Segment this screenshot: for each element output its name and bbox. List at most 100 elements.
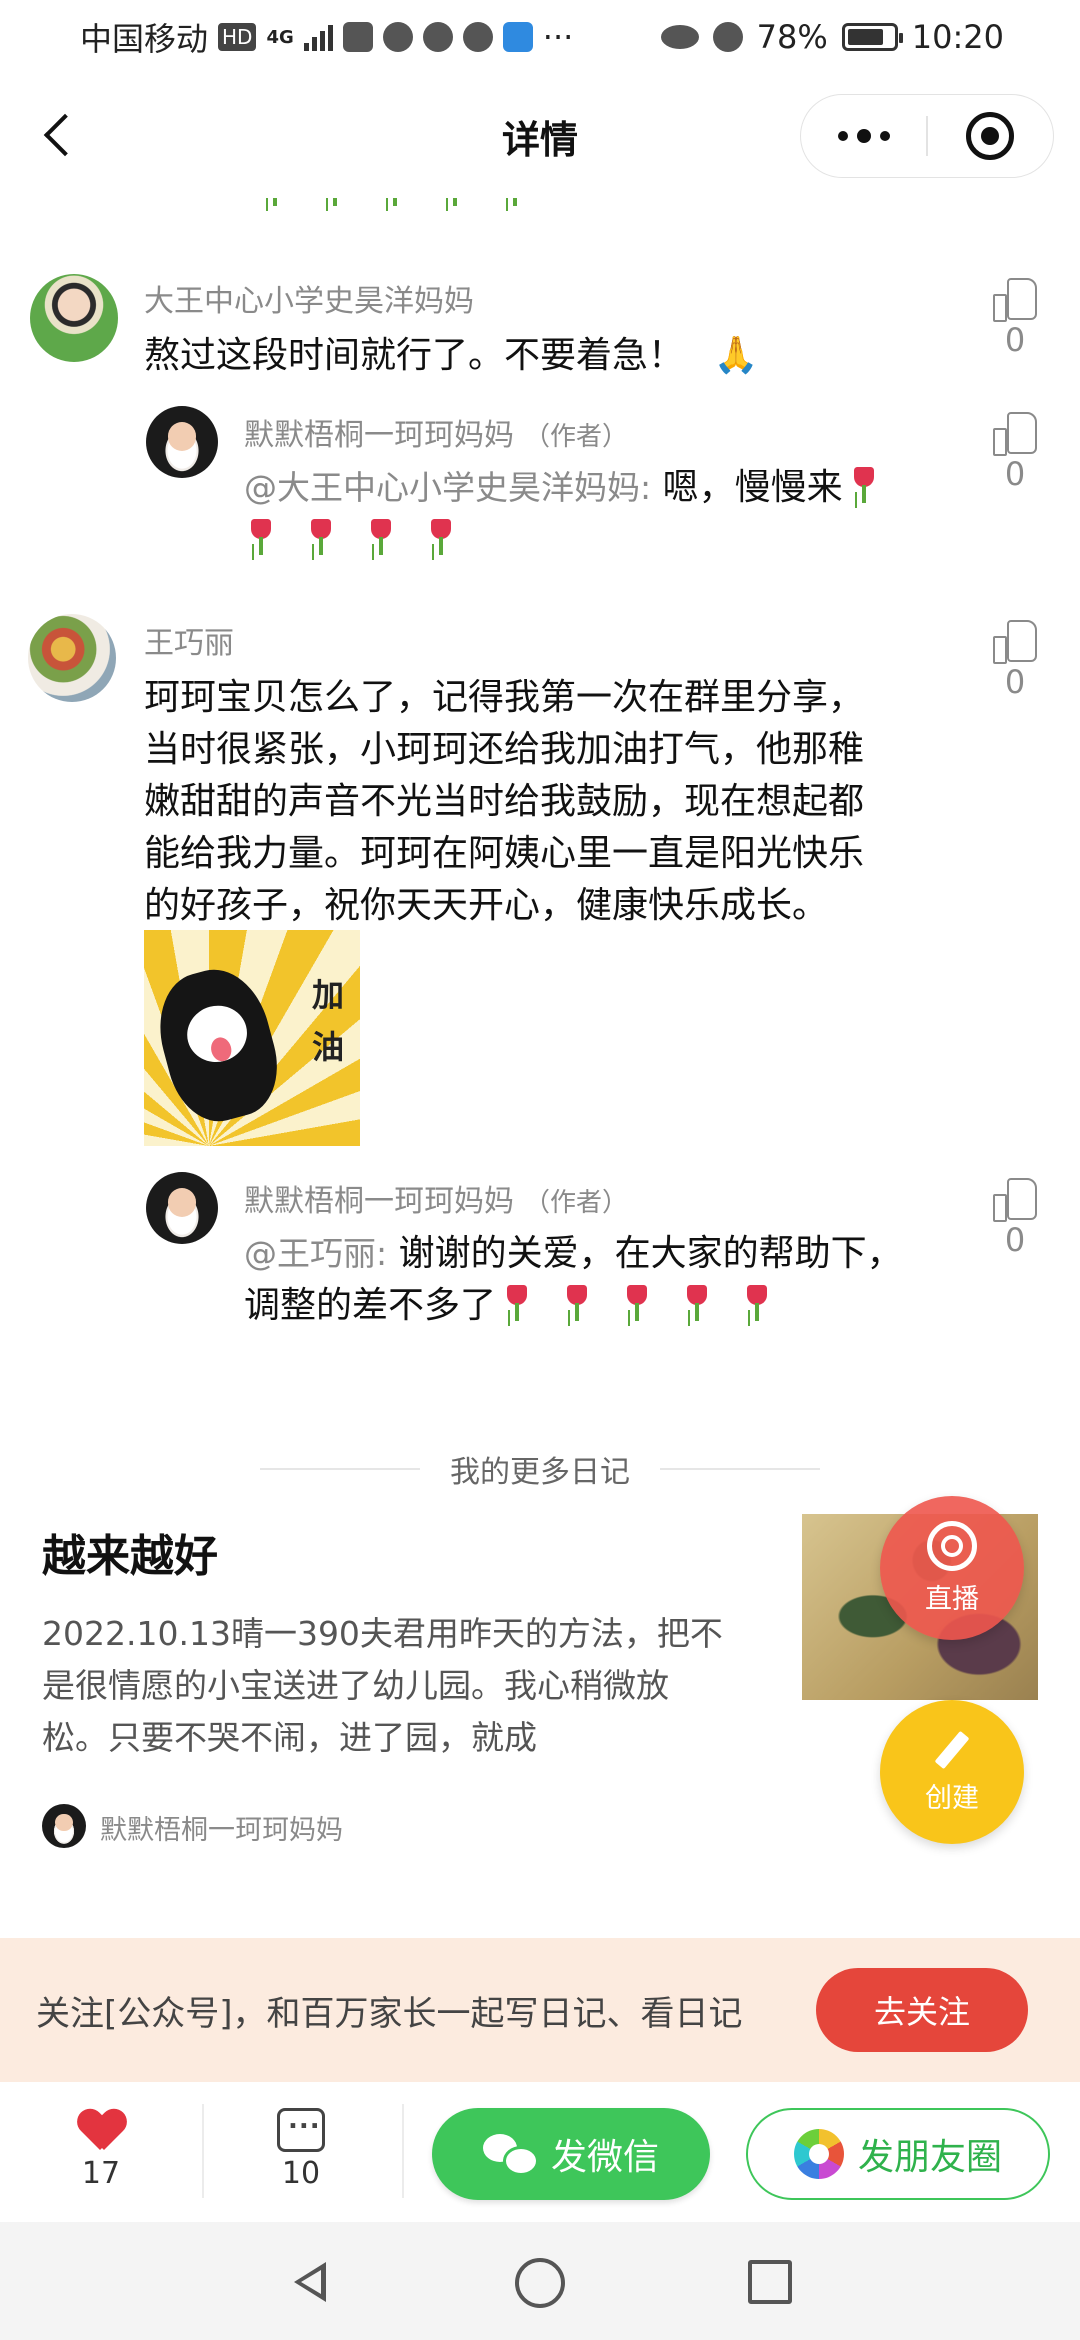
share-wechat-label: 发微信	[550, 2137, 659, 2178]
like-button[interactable]: 0	[980, 1176, 1050, 1260]
author-tag: （作者）	[524, 422, 629, 452]
reply-mention[interactable]: @王巧丽:	[244, 1234, 387, 1273]
comment-line: 能给我力量。珂珂在阿姨心里一直是阳光快乐	[144, 833, 865, 874]
hd-badge: HD	[218, 23, 257, 51]
like-button[interactable]: 0	[980, 618, 1050, 702]
avatar[interactable]	[146, 406, 218, 478]
system-nav-bar	[0, 2222, 1080, 2340]
share-moments-label: 发朋友圈	[857, 2137, 1002, 2178]
comment-action[interactable]: 10	[236, 2105, 366, 2191]
comment-total: 10	[281, 2156, 321, 2191]
reply-author-name: 默默梧桐一珂珂妈妈	[244, 1184, 514, 1219]
status-right: 78% 10:20	[660, 18, 1004, 56]
thumbs-up-icon	[993, 410, 1037, 456]
network-label: 4G	[266, 26, 294, 48]
comment-author[interactable]: 大王中心小学史昊洋妈妈	[144, 276, 474, 320]
diary-title[interactable]: 越来越好	[42, 1520, 218, 1584]
live-button[interactable]: 直播	[880, 1496, 1024, 1640]
author-tag: （作者）	[524, 1188, 629, 1218]
comment-author[interactable]: 王巧丽	[144, 618, 234, 662]
bottom-action-bar: 17 10 发微信 发朋友圈	[0, 2082, 1080, 2222]
more-menu-button[interactable]	[801, 95, 926, 177]
excerpt-line: 是很情愿的小宝送进了幼儿园。我心稍微放	[42, 1666, 669, 1705]
live-label: 直播	[925, 1583, 979, 1615]
ball-icon	[462, 22, 493, 52]
comment-text: 珂珂宝贝怎么了，记得我第一次在群里分享， 当时很紧张，小珂珂还给我加油打气，他那…	[144, 672, 944, 932]
like-count: 0	[1004, 321, 1026, 359]
clock: 10:20	[911, 18, 1004, 56]
thumbs-up-icon	[993, 276, 1037, 322]
section-label: 我的更多日记	[450, 1455, 630, 1490]
more-notifications-icon: ···	[542, 18, 574, 56]
like-total: 17	[81, 2156, 121, 2191]
reply-body: 嗯，慢慢来	[662, 467, 843, 508]
battery-icon	[841, 23, 903, 51]
avatar[interactable]	[28, 614, 116, 702]
reply-author[interactable]: 默默梧桐一珂珂妈妈 （作者）	[244, 410, 628, 454]
comment-line: 珂珂宝贝怎么了，记得我第一次在群里分享，	[144, 677, 865, 718]
diary-author: 默默梧桐一珂珂妈妈	[100, 1815, 343, 1846]
divider-line	[260, 1468, 420, 1470]
like-count: 0	[1004, 455, 1026, 493]
close-miniprogram-button[interactable]	[928, 95, 1053, 177]
alarm-icon	[712, 22, 743, 52]
reply-text: @大王中心小学史昊洋妈妈: 嗯，慢慢来	[244, 462, 934, 566]
signal-icon	[303, 23, 333, 51]
avatar[interactable]	[30, 274, 118, 362]
divider-line	[660, 1468, 820, 1470]
system-home-icon[interactable]	[515, 2258, 565, 2308]
carrier-label: 中国移动	[80, 20, 209, 58]
sticker-char: 油	[312, 1028, 345, 1066]
comment-icon	[277, 2105, 325, 2152]
reply-author[interactable]: 默默梧桐一珂珂妈妈 （作者）	[244, 1176, 628, 1220]
reply-body: 谢谢的关爱，在大家的帮助下，	[398, 1233, 903, 1274]
excerpt-line: 松。只要不哭不闹，进了园，就成	[42, 1718, 537, 1757]
cheer-sticker-image[interactable]: 加 油	[144, 930, 360, 1146]
share-wechat-button[interactable]: 发微信	[432, 2108, 710, 2200]
back-button[interactable]	[36, 110, 84, 158]
reply-mention[interactable]: @大王中心小学史昊洋妈妈:	[244, 468, 651, 507]
share-moments-button[interactable]: 发朋友圈	[746, 2108, 1050, 2200]
live-icon	[927, 1520, 977, 1571]
thumbs-up-icon	[993, 618, 1037, 664]
action-divider	[402, 2104, 404, 2198]
avatar[interactable]	[146, 1172, 218, 1244]
system-recents-icon[interactable]	[748, 2260, 792, 2304]
sticker-char: 加	[312, 976, 345, 1014]
diary-author-avatar	[42, 1804, 86, 1848]
create-button[interactable]: 创建	[880, 1700, 1024, 1844]
comment-list[interactable]: 大王中心小学史昊洋妈妈 熬过这段时间就行了。不要着急！ 🙏 0 默默梧桐一珂珂妈…	[0, 198, 1080, 1938]
follow-button[interactable]: 去关注	[816, 1968, 1028, 2052]
action-divider	[202, 2104, 204, 2198]
miniprogram-capsule	[800, 94, 1054, 178]
like-button[interactable]: 0	[980, 276, 1050, 360]
pen-icon	[932, 1730, 972, 1770]
pray-emoji: 🙏	[713, 335, 759, 376]
hourglass-icon	[342, 22, 373, 52]
comment-line: 的好孩子，祝你天天开心，健康快乐成长。	[144, 885, 829, 926]
diary-excerpt[interactable]: 2022.10.13晴一390夫君用昨天的方法，把不 是很情愿的小宝送进了幼儿园…	[42, 1608, 762, 1764]
comment-text: 熬过这段时间就行了。不要着急！ 🙏	[144, 330, 758, 382]
target-icon	[966, 112, 1015, 160]
comment-line: 嫩甜甜的声音不光当时给我鼓励，现在想起都	[144, 781, 865, 822]
system-back-icon[interactable]	[286, 2258, 332, 2304]
comment-body: 熬过这段时间就行了。不要着急！	[144, 335, 685, 376]
page-title: 详情	[501, 117, 578, 162]
weather-app-icon	[502, 22, 533, 52]
reply-body: 调整的差不多了	[244, 1285, 497, 1326]
dog-illustration	[146, 958, 290, 1132]
reply-author-name: 默默梧桐一珂珂妈妈	[244, 418, 514, 453]
app-notify-icon	[382, 22, 413, 52]
like-action[interactable]: 17	[36, 2108, 166, 2191]
eye-icon	[660, 25, 699, 49]
status-left: 中国移动 HD 4G ···	[80, 14, 573, 60]
comment-line: 当时很紧张，小珂珂还给我加油打气，他那稚	[144, 729, 865, 770]
create-label: 创建	[925, 1782, 979, 1814]
wechat-icon	[482, 2134, 539, 2176]
like-button[interactable]: 0	[980, 410, 1050, 494]
nav-header: 详情	[0, 74, 1080, 198]
more-diaries-divider: 我的更多日记	[0, 1444, 1080, 1494]
like-count: 0	[1004, 663, 1026, 701]
excerpt-line: 2022.10.13晴一390夫君用昨天的方法，把不	[42, 1614, 723, 1653]
thumbs-up-icon	[993, 1176, 1037, 1222]
